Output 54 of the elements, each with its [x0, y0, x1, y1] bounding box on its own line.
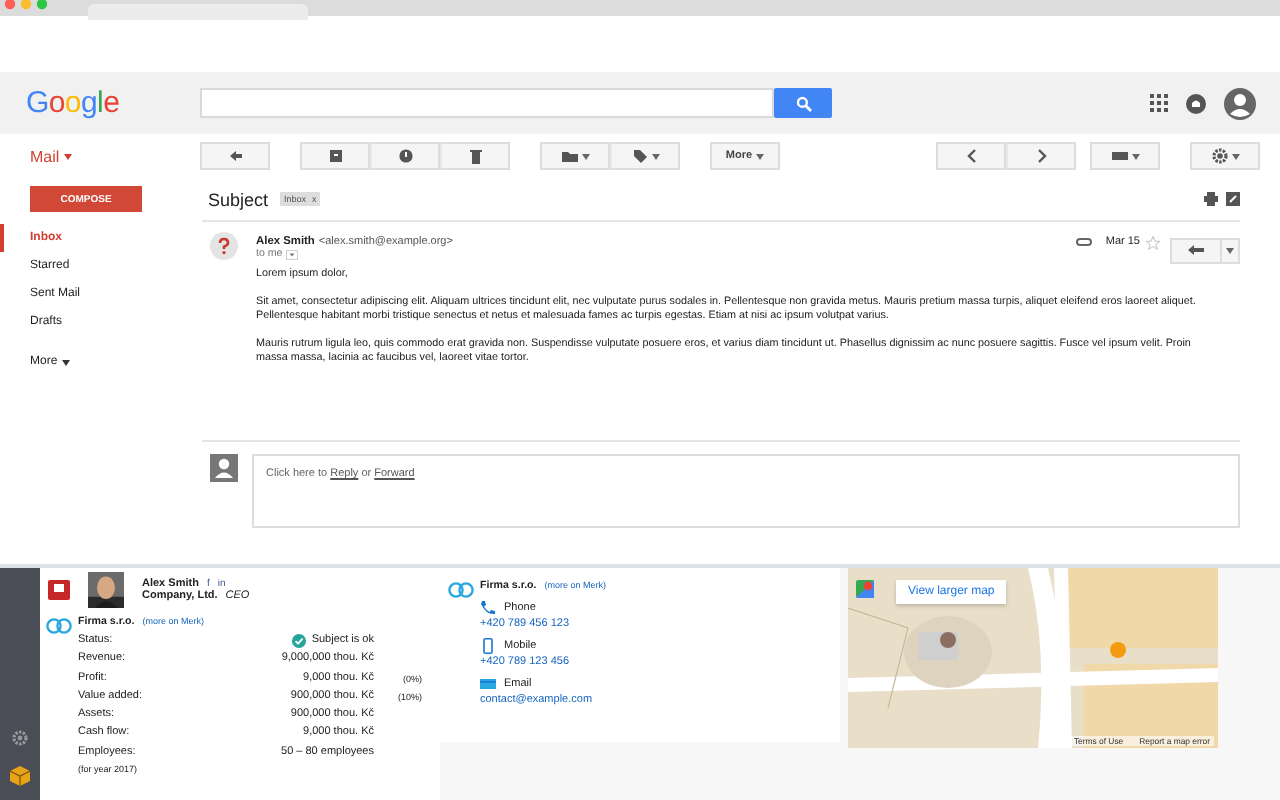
contact-card-icon — [48, 580, 70, 600]
map-pin-icon[interactable] — [856, 580, 874, 602]
notification-bell-icon[interactable] — [1186, 93, 1206, 113]
caret-icon — [1231, 153, 1239, 159]
caret-icon — [756, 153, 765, 159]
report-button[interactable] — [370, 142, 440, 170]
back-arrow-button[interactable] — [200, 142, 270, 170]
chevron-right-icon — [1033, 148, 1049, 164]
folder-icon — [561, 148, 577, 164]
search-icon — [795, 95, 811, 111]
chevron-left-icon — [963, 148, 979, 164]
more-actions-button[interactable] — [1222, 237, 1240, 263]
cube-stack-icon[interactable] — [10, 766, 30, 786]
details-dropdown-icon[interactable] — [286, 249, 299, 259]
caret-icon — [1131, 153, 1139, 159]
user-avatar-icon — [210, 454, 238, 482]
check-circle-icon — [291, 634, 306, 649]
folder-button[interactable] — [540, 142, 610, 170]
linked-rings-icon — [448, 580, 474, 600]
tag-icon — [631, 148, 647, 164]
new-window-icon[interactable] — [1226, 192, 1240, 206]
mail-menu[interactable]: Mail — [30, 147, 170, 165]
keyboard-button[interactable] — [1090, 142, 1160, 170]
reply-arrow-icon — [1188, 244, 1204, 256]
trash-button[interactable] — [440, 142, 510, 170]
settings-icon[interactable] — [12, 730, 28, 746]
tag-button[interactable] — [610, 142, 680, 170]
window-controls-icon — [4, 0, 48, 10]
mobile-phone-icon — [480, 638, 496, 654]
linked-rings-icon — [46, 616, 72, 636]
reply-button[interactable] — [1170, 237, 1222, 263]
search-field[interactable] — [200, 88, 774, 118]
envelope-icon — [480, 676, 496, 692]
trash-icon — [467, 148, 483, 164]
email-subject: Subject — [208, 189, 269, 209]
unknown-sender-avatar-icon — [210, 232, 238, 260]
attachment-icon — [1075, 238, 1092, 246]
caret-icon — [63, 153, 72, 159]
caret-icon — [61, 359, 70, 365]
settings-button[interactable] — [1190, 142, 1260, 170]
phone-icon — [480, 600, 496, 616]
account-avatar-icon[interactable] — [1224, 87, 1256, 119]
archive-icon — [327, 148, 343, 164]
search-button[interactable] — [774, 88, 832, 118]
archive-button[interactable] — [300, 142, 370, 170]
settings-icon — [1211, 148, 1227, 164]
report-icon — [397, 148, 413, 164]
keyboard-icon — [1111, 148, 1127, 164]
apps-grid-icon[interactable] — [1150, 94, 1168, 112]
star-icon[interactable] — [1146, 235, 1160, 249]
caret-icon — [581, 153, 589, 159]
caret-icon — [1226, 247, 1234, 253]
back-arrow-icon — [227, 148, 243, 164]
caret-icon — [651, 153, 659, 159]
